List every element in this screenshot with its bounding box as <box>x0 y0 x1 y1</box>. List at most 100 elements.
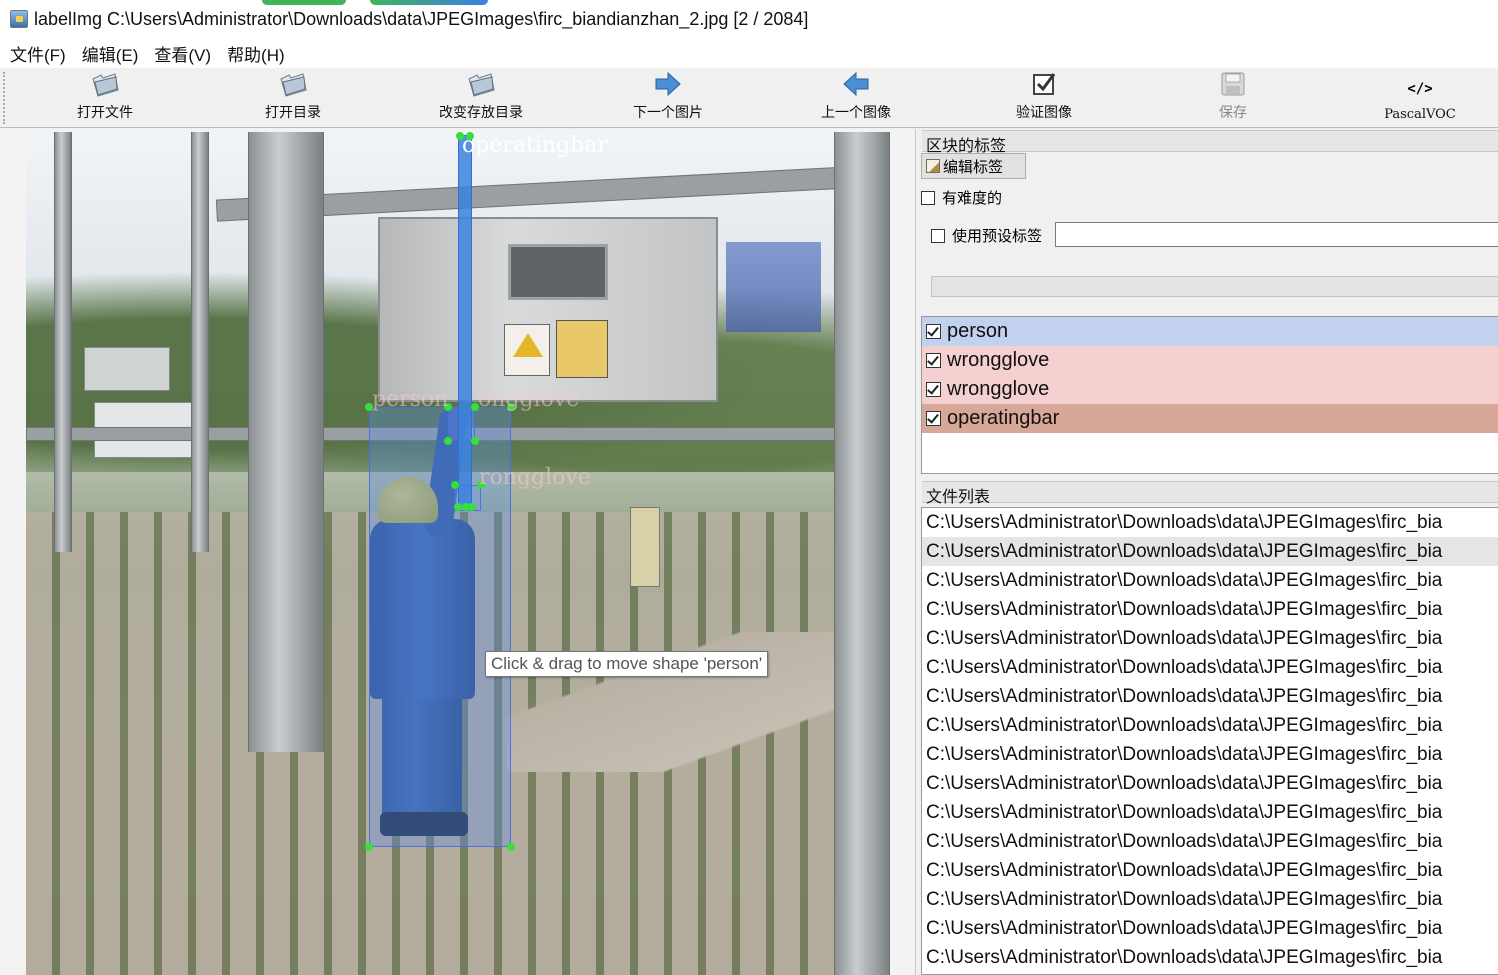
code-tag-icon: </> <box>1407 74 1432 104</box>
folder-open-icon <box>277 69 309 99</box>
photo-cabinet-window <box>508 244 608 300</box>
bbox-handle[interactable] <box>507 843 515 851</box>
edit-label-button[interactable]: 编辑标签 <box>921 153 1026 179</box>
prev-image-label: 上一个图像 <box>821 104 891 120</box>
photo-pillar-right <box>834 132 890 975</box>
difficult-row: 有难度的 <box>921 187 1002 208</box>
file-list-item[interactable]: C:\Users\Administrator\Downloads\data\JP… <box>922 856 1498 885</box>
photo-pole-2 <box>191 132 209 552</box>
format-label: PascalVOC <box>1384 107 1456 122</box>
edit-label-text: 编辑标签 <box>943 158 1004 176</box>
bbox-handle[interactable] <box>451 481 459 489</box>
file-list-item[interactable]: C:\Users\Administrator\Downloads\data\JP… <box>922 914 1498 943</box>
toolbar: 打开文件 打开目录 改变存放目录 下一个图片 上一个图像 验证图像 保存 </>… <box>0 68 1498 128</box>
bbox-handle[interactable] <box>454 503 462 511</box>
label-list-item[interactable]: person <box>922 317 1498 346</box>
photo-sign <box>556 320 608 378</box>
image-canvas[interactable]: operatingbar person ongglove rongglove C… <box>0 129 916 975</box>
label-list-item[interactable]: operatingbar <box>922 404 1498 433</box>
difficult-checkbox[interactable] <box>921 190 935 205</box>
next-image-label: 下一个图片 <box>633 104 703 120</box>
label-list-item[interactable]: wrongglove <box>922 346 1498 375</box>
photo-building <box>726 242 821 332</box>
label-visible-checkbox[interactable] <box>926 324 941 339</box>
open-dir-label: 打开目录 <box>265 104 321 120</box>
right-dock: 区块的标签 编辑标签 有难度的 使用预设标签 person wrongglove… <box>918 129 1498 975</box>
use-default-label-checkbox[interactable] <box>931 228 945 243</box>
menu-help[interactable]: 帮助(H) <box>219 41 293 66</box>
save-button[interactable]: 保存 <box>1168 68 1298 126</box>
bbox-handle[interactable] <box>471 437 479 445</box>
format-button[interactable]: </> PascalVOC <box>1355 68 1485 126</box>
label-list[interactable]: person wrongglove wrongglove operatingba… <box>921 316 1498 474</box>
title-bar: labelImg C:\Users\Administrator\Download… <box>0 0 1498 38</box>
prev-image-button[interactable]: 上一个图像 <box>791 68 921 126</box>
file-list-item[interactable]: C:\Users\Administrator\Downloads\data\JP… <box>922 566 1498 595</box>
label-item-text: wrongglove <box>947 349 1050 371</box>
shape-label-rongglove: rongglove <box>479 465 591 490</box>
change-save-dir-button[interactable]: 改变存放目录 <box>416 68 546 126</box>
file-list-item[interactable]: C:\Users\Administrator\Downloads\data\JP… <box>922 769 1498 798</box>
bbox-handle[interactable] <box>365 843 373 851</box>
open-file-label: 打开文件 <box>77 104 133 120</box>
window-title: labelImg C:\Users\Administrator\Download… <box>34 8 809 29</box>
file-list-item[interactable]: C:\Users\Administrator\Downloads\data\JP… <box>922 595 1498 624</box>
menu-edit[interactable]: 编辑(E) <box>74 41 147 66</box>
label-visible-checkbox[interactable] <box>926 382 941 397</box>
use-default-label-text: 使用预设标签 <box>952 228 1043 245</box>
photo-pole <box>54 132 72 552</box>
taskbar-accent <box>262 0 346 5</box>
label-dock-header: 区块的标签 <box>922 130 1498 155</box>
default-label-input[interactable] <box>1055 222 1498 247</box>
folder-open-icon <box>465 69 497 99</box>
file-list-item[interactable]: C:\Users\Administrator\Downloads\data\JP… <box>922 653 1498 682</box>
file-list-item[interactable]: C:\Users\Administrator\Downloads\data\JP… <box>922 740 1498 769</box>
labelimg-app-icon <box>10 10 28 28</box>
edit-pencil-icon <box>926 159 940 173</box>
bbox-handle[interactable] <box>444 437 452 445</box>
file-dock-header: 文件列表 <box>922 481 1498 506</box>
checkbox-verify-icon <box>1030 69 1058 99</box>
next-image-button[interactable]: 下一个图片 <box>603 68 733 126</box>
save-disk-icon <box>1219 69 1247 99</box>
difficult-label: 有难度的 <box>942 190 1003 207</box>
taskbar-accent-2 <box>370 0 488 5</box>
file-list-item[interactable]: C:\Users\Administrator\Downloads\data\JP… <box>922 682 1498 711</box>
open-file-button[interactable]: 打开文件 <box>40 68 170 126</box>
file-list-item[interactable]: C:\Users\Administrator\Downloads\data\JP… <box>922 943 1498 972</box>
annotated-photo[interactable]: operatingbar person ongglove rongglove <box>26 132 890 975</box>
file-list[interactable]: C:\Users\Administrator\Downloads\data\JP… <box>921 507 1498 975</box>
file-list-item[interactable]: C:\Users\Administrator\Downloads\data\JP… <box>922 508 1498 537</box>
verify-image-label: 验证图像 <box>1016 104 1072 120</box>
file-list-item-selected[interactable]: C:\Users\Administrator\Downloads\data\JP… <box>922 537 1498 566</box>
label-combo-box[interactable] <box>931 276 1498 297</box>
bbox-operatingbar[interactable] <box>458 135 472 507</box>
warning-sign-icon <box>504 324 550 376</box>
change-save-dir-label: 改变存放目录 <box>439 104 523 120</box>
label-item-text: wrongglove <box>947 378 1050 400</box>
arrow-left-icon <box>841 69 871 99</box>
bbox-handle[interactable] <box>462 503 470 511</box>
file-list-item[interactable]: C:\Users\Administrator\Downloads\data\JP… <box>922 624 1498 653</box>
file-list-item[interactable]: C:\Users\Administrator\Downloads\data\JP… <box>922 885 1498 914</box>
menu-file[interactable]: 文件(F) <box>2 41 74 66</box>
label-visible-checkbox[interactable] <box>926 411 941 426</box>
move-shape-tooltip: Click & drag to move shape 'person' <box>485 651 769 677</box>
file-list-item[interactable]: C:\Users\Administrator\Downloads\data\JP… <box>922 827 1498 856</box>
menu-bar: 文件(F) 编辑(E) 查看(V) 帮助(H) <box>0 38 1498 68</box>
shape-label-operatingbar: operatingbar <box>462 133 608 158</box>
file-list-item[interactable]: C:\Users\Administrator\Downloads\data\JP… <box>922 711 1498 740</box>
photo-pillar-left <box>248 132 324 752</box>
file-list-item[interactable]: C:\Users\Administrator\Downloads\data\JP… <box>922 798 1498 827</box>
label-item-text: person <box>947 320 1009 342</box>
menu-view[interactable]: 查看(V) <box>146 41 219 66</box>
toolbar-grip[interactable] <box>3 72 6 124</box>
label-visible-checkbox[interactable] <box>926 353 941 368</box>
shape-label-person: person <box>372 387 449 412</box>
verify-image-button[interactable]: 验证图像 <box>979 68 1109 126</box>
shape-label-wrongglove: ongglove <box>478 387 580 412</box>
label-list-item[interactable]: wrongglove <box>922 375 1498 404</box>
save-label: 保存 <box>1219 104 1247 120</box>
use-default-label-row: 使用预设标签 <box>931 225 1042 246</box>
open-dir-button[interactable]: 打开目录 <box>228 68 358 126</box>
